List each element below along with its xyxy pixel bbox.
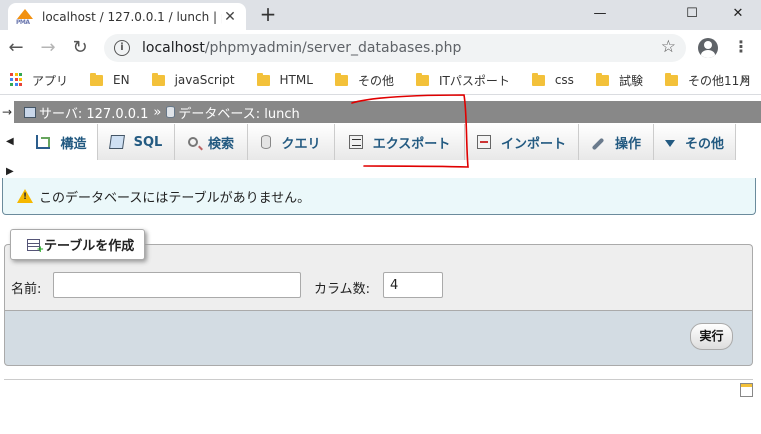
breadcrumb: → サーバ: 127.0.0.1 » データベース: lunch xyxy=(0,101,761,123)
table-name-label: 名前: xyxy=(11,282,42,297)
browser-menu-icon[interactable]: ⋮ xyxy=(733,37,749,59)
bookmark-folder-javascript[interactable]: javaScript xyxy=(151,72,235,87)
folder-icon xyxy=(151,72,165,86)
breadcrumb-separator: » xyxy=(153,104,162,120)
tabs-scroll-left-icon[interactable]: ◀ xyxy=(6,136,14,147)
table-name-input[interactable] xyxy=(53,272,301,298)
tab-operations[interactable]: 操作 xyxy=(579,124,654,160)
bookmark-label: javaScript xyxy=(174,73,235,87)
bookmarks-more-button[interactable]: » xyxy=(741,72,749,87)
tab-label: エクスポート xyxy=(372,136,451,152)
bookmark-label: EN xyxy=(113,73,130,87)
tab-label: 操作 xyxy=(614,136,641,152)
breadcrumb-database-label: データベース: lunch xyxy=(178,106,300,122)
url-host: localhost xyxy=(142,40,205,56)
export-icon xyxy=(348,135,363,149)
browser-tab[interactable]: PMA localhost / 127.0.0.1 / lunch | php … xyxy=(8,3,246,30)
bookmark-folder-other[interactable]: その他 xyxy=(334,72,394,89)
folder-icon xyxy=(531,72,545,86)
url-text: localhost/phpmyadmin/server_databases.ph… xyxy=(142,40,461,56)
profile-avatar-icon[interactable] xyxy=(698,38,718,58)
tab-more[interactable]: その他 xyxy=(654,124,736,160)
browser-toolbar: ← → ↻ i localhost/phpmyadmin/server_data… xyxy=(0,30,761,66)
bookmark-label: 試験 xyxy=(618,73,643,88)
bookmark-label: ITパスポート xyxy=(438,73,510,88)
bookmark-label: アプリ xyxy=(32,73,69,88)
divider xyxy=(4,379,753,380)
tab-sql[interactable]: SQL xyxy=(98,124,175,160)
tab-label: その他 xyxy=(684,136,724,152)
bookmark-folder-html[interactable]: HTML xyxy=(256,72,313,87)
warning-icon: ! xyxy=(17,189,33,203)
back-icon[interactable]: ← xyxy=(4,36,28,60)
console-icon[interactable] xyxy=(740,383,753,397)
column-count-input[interactable] xyxy=(383,272,443,298)
structure-icon xyxy=(36,135,51,149)
breadcrumb-server-label: サーバ: 127.0.0.1 xyxy=(39,106,149,122)
database-tabs: ◀ 構造 SQL 検索 クエリ エクスポート インポート 操作 その他 xyxy=(0,124,761,160)
folder-icon xyxy=(664,72,678,86)
table-add-icon xyxy=(27,238,44,255)
tabs-scroll-right-icon[interactable]: ▶ xyxy=(6,166,14,177)
bookmark-folder-exam[interactable]: 試験 xyxy=(595,72,643,89)
column-count-label: カラム数: xyxy=(314,282,370,297)
tab-label: クエリ xyxy=(281,136,321,152)
close-tab-icon[interactable]: ✕ xyxy=(222,9,238,25)
create-table-footer xyxy=(4,310,753,366)
folder-icon xyxy=(90,72,104,86)
browser-tabstrip: PMA localhost / 127.0.0.1 / lunch | php … xyxy=(0,0,761,30)
url-path: /phpmyadmin/server_databases.php xyxy=(204,40,462,56)
bookmarks-bar: アプリ EN javaScript HTML その他 ITパスポート css 試… xyxy=(0,66,761,95)
create-table-title: テーブルを作成 xyxy=(44,239,135,254)
tab-title: localhost / 127.0.0.1 / lunch | php xyxy=(42,9,222,24)
bookmark-label: css xyxy=(554,73,574,87)
query-icon xyxy=(261,135,272,149)
folder-icon xyxy=(334,72,348,86)
search-icon xyxy=(187,137,198,147)
minimize-button[interactable]: — xyxy=(577,0,623,30)
server-icon xyxy=(24,106,36,118)
bookmark-folder-en[interactable]: EN xyxy=(90,72,130,87)
address-bar[interactable]: i localhost/phpmyadmin/server_databases.… xyxy=(104,34,686,62)
folder-icon xyxy=(415,72,429,86)
site-info-icon[interactable]: i xyxy=(114,40,130,56)
go-button[interactable]: 実行 xyxy=(690,323,733,350)
reload-icon[interactable]: ↻ xyxy=(68,36,92,60)
new-tab-button[interactable]: + xyxy=(256,3,280,27)
database-icon xyxy=(166,106,176,118)
bookmark-apps[interactable]: アプリ xyxy=(10,72,68,89)
bookmark-label: その他 xyxy=(357,73,394,88)
import-icon xyxy=(476,135,491,149)
bookmark-folder-other-nov[interactable]: その他11月 xyxy=(664,72,751,89)
folder-icon xyxy=(595,72,609,86)
tab-label: SQL xyxy=(133,134,163,150)
breadcrumb-server[interactable]: サーバ: 127.0.0.1 xyxy=(24,103,148,122)
more-icon xyxy=(664,140,675,147)
no-tables-notice: ! このデータベースにはテーブルがありません。 xyxy=(2,178,756,215)
maximize-button[interactable]: ☐ xyxy=(669,0,715,30)
close-window-button[interactable]: ✕ xyxy=(715,0,761,30)
operations-icon xyxy=(591,137,605,151)
tab-export[interactable]: エクスポート xyxy=(335,124,465,160)
tab-structure[interactable]: 構造 xyxy=(26,124,98,160)
tab-label: インポート xyxy=(500,136,566,152)
tab-search[interactable]: 検索 xyxy=(175,124,248,160)
apps-icon xyxy=(10,73,24,87)
bookmark-folder-it-passport[interactable]: ITパスポート xyxy=(415,72,510,89)
tab-import[interactable]: インポート xyxy=(465,124,579,160)
bookmark-folder-css[interactable]: css xyxy=(531,72,574,87)
navigation-toggle-icon[interactable]: → xyxy=(0,101,14,123)
folder-icon xyxy=(256,72,270,86)
notice-message: このデータベースにはテーブルがありません。 xyxy=(39,190,311,206)
tab-label: 検索 xyxy=(207,136,234,152)
bookmark-label: HTML xyxy=(279,73,313,87)
forward-icon[interactable]: → xyxy=(36,36,60,60)
tab-query[interactable]: クエリ xyxy=(248,124,335,160)
breadcrumb-database[interactable]: データベース: lunch xyxy=(166,103,300,122)
phpmyadmin-favicon-icon: PMA xyxy=(16,8,34,26)
sql-icon xyxy=(108,135,125,149)
bookmark-star-icon[interactable]: ☆ xyxy=(661,37,676,57)
create-table-legend: テーブルを作成 xyxy=(10,229,146,260)
tab-label: 構造 xyxy=(60,136,87,152)
